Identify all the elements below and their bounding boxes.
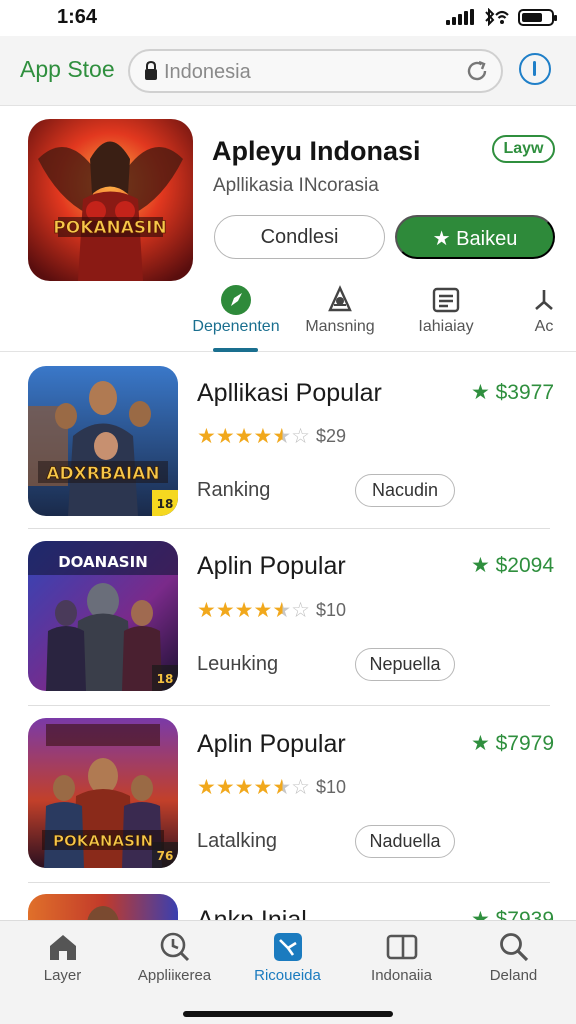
bottom-nav: Layer Appliікerea Ricoueida Indonaiia De…	[0, 920, 576, 1024]
nav-item-ricoueida[interactable]: Ricoueida	[230, 921, 345, 1001]
star-icon: ★	[215, 776, 235, 799]
home-indicator[interactable]	[183, 1011, 393, 1017]
half-star-icon: ★	[272, 776, 292, 799]
star-icon: ★	[234, 425, 254, 448]
featured-icon-text: POKANASIN	[53, 218, 166, 238]
star-rating: ★ ★ ★ ★ ★ ☆ $10	[197, 777, 346, 798]
rating-text: $29	[315, 426, 347, 446]
tab-label: Iahiaiay	[418, 318, 474, 335]
nav-label: Appliікerea	[137, 967, 212, 984]
search-input[interactable]: Indonesia	[128, 49, 503, 93]
reload-icon[interactable]	[465, 59, 489, 83]
joystick-icon	[328, 285, 352, 312]
app-price: ★ $3977	[470, 381, 554, 404]
nav-item-deland[interactable]: Deland	[456, 921, 571, 1001]
bluetooth-wifi-icon	[485, 8, 509, 26]
star-icon: ★	[253, 776, 273, 799]
featured-title: Apleyu Indonasi	[212, 136, 421, 166]
thumb-text: ADXRBAIAN	[46, 464, 159, 484]
app-category: Ranking	[197, 479, 271, 501]
status-bar: 1:64	[0, 0, 576, 36]
clock-search-icon	[160, 932, 189, 962]
star-icon: ★	[253, 599, 273, 622]
empty-star-icon: ☆	[291, 599, 310, 622]
tab-ac[interactable]: Ac	[520, 280, 568, 352]
rating-text: $10	[315, 600, 347, 620]
tab-label: Mansning	[305, 318, 375, 335]
app-tag-button[interactable]: Nepuella	[355, 648, 455, 681]
thumb-text: DOANASIN	[58, 553, 148, 571]
featured-app: POKANASIN Apleyu Indonasi Layw Apllikasi…	[0, 106, 576, 281]
compass-icon	[221, 285, 251, 315]
tab-mansning[interactable]: Mansning	[292, 280, 388, 352]
tab-iahiaiay[interactable]: Iahiaiay	[398, 280, 494, 352]
search-text: Indonesia	[164, 61, 251, 83]
arcade-icon	[535, 290, 553, 310]
empty-star-icon: ☆	[291, 425, 310, 448]
app-tag-button[interactable]: Nacudin	[355, 474, 455, 507]
nav-label: Layer	[43, 967, 82, 984]
tab-label: Ac	[534, 318, 554, 335]
star-icon: ★	[197, 425, 216, 448]
app-thumbnail[interactable]: ADXRBAIAN 18	[28, 366, 178, 516]
home-icon	[49, 935, 76, 960]
star-icon: ★	[197, 776, 216, 799]
star-icon: ★	[234, 599, 254, 622]
nav-item-layer[interactable]: Layer	[5, 921, 120, 1001]
star-icon: ★	[215, 599, 235, 622]
featured-badge[interactable]: Layw	[492, 135, 555, 163]
category-tabs: Depenenten Mansning Iahiaiay Ac	[0, 280, 576, 352]
app-thumbnail[interactable]: DOANASIN 18	[28, 541, 178, 691]
age-rating: 18	[157, 672, 174, 686]
app-price: ★ $7979	[470, 732, 554, 755]
list-icon	[432, 287, 460, 313]
age-rating: 18	[157, 497, 174, 511]
tab-depenenten[interactable]: Depenenten	[188, 280, 284, 352]
list-item[interactable]: POKANASIN 76 Aplin Popular ★ $7979 ★ ★ ★ ★ ★…	[0, 706, 576, 883]
star-icon: ★	[234, 776, 254, 799]
info-icon[interactable]	[519, 53, 551, 85]
rating-text: $10	[315, 777, 347, 797]
star-rating: ★ ★ ★ ★ ★ ☆ $10	[197, 600, 346, 621]
app-title: Aplin Popular	[197, 552, 346, 580]
star-icon: ★	[253, 425, 273, 448]
status-icons	[446, 8, 557, 26]
age-rating: 76	[157, 849, 174, 863]
empty-star-icon: ☆	[291, 776, 310, 799]
nav-label: Indonaiia	[371, 967, 432, 984]
app-category: Latalking	[197, 830, 278, 852]
list-item[interactable]: ADXRBAIAN 18 Apllikasi Popular ★ $3977 ★…	[0, 352, 576, 529]
nav-label: Deland	[489, 967, 538, 984]
signal-icon	[446, 9, 474, 25]
app-category: Leuнking	[197, 653, 279, 675]
app-price: ★ $2094	[470, 554, 554, 577]
battery-icon	[518, 8, 557, 26]
app-title: Aplin Popular	[197, 730, 346, 758]
app-title: App Stoe	[20, 56, 115, 82]
secondary-button[interactable]: Condlesi	[214, 215, 385, 259]
nav-label: Ricoueida	[254, 967, 321, 984]
app-title: Apllikasi Popular	[197, 379, 382, 407]
get-button[interactable]: ★ Baikeu	[395, 215, 555, 259]
thumb-text: POKANASIN	[53, 832, 153, 850]
star-rating: ★ ★ ★ ★ ★ ☆ $29	[197, 426, 346, 447]
search-icon	[499, 933, 528, 962]
half-star-icon: ★	[272, 425, 292, 448]
rocket-app-icon	[273, 933, 302, 961]
star-icon: ★	[197, 599, 216, 622]
half-star-icon: ★	[272, 599, 292, 622]
list-item[interactable]: DOANASIN 18 Aplin Popular ★ $2094 ★ ★ ★ ★ ★ ☆…	[0, 529, 576, 706]
featured-subtitle: Apllikasia INcorasia	[213, 175, 379, 196]
lock-icon	[145, 60, 157, 80]
star-icon: ★	[215, 425, 235, 448]
window-icon	[386, 934, 417, 960]
nav-item-apps[interactable]: Appliікerea	[117, 921, 232, 1001]
tab-label: Depenenten	[192, 318, 280, 335]
featured-app-icon[interactable]: POKANASIN	[28, 119, 193, 281]
app-tag-button[interactable]: Naduella	[355, 825, 455, 858]
header-bar: App Stoe Indonesia	[0, 36, 576, 106]
status-time: 1:64	[57, 6, 98, 28]
app-thumbnail[interactable]: POKANASIN 76	[28, 718, 178, 868]
nav-item-indonaiia[interactable]: Indonaiia	[344, 921, 459, 1001]
